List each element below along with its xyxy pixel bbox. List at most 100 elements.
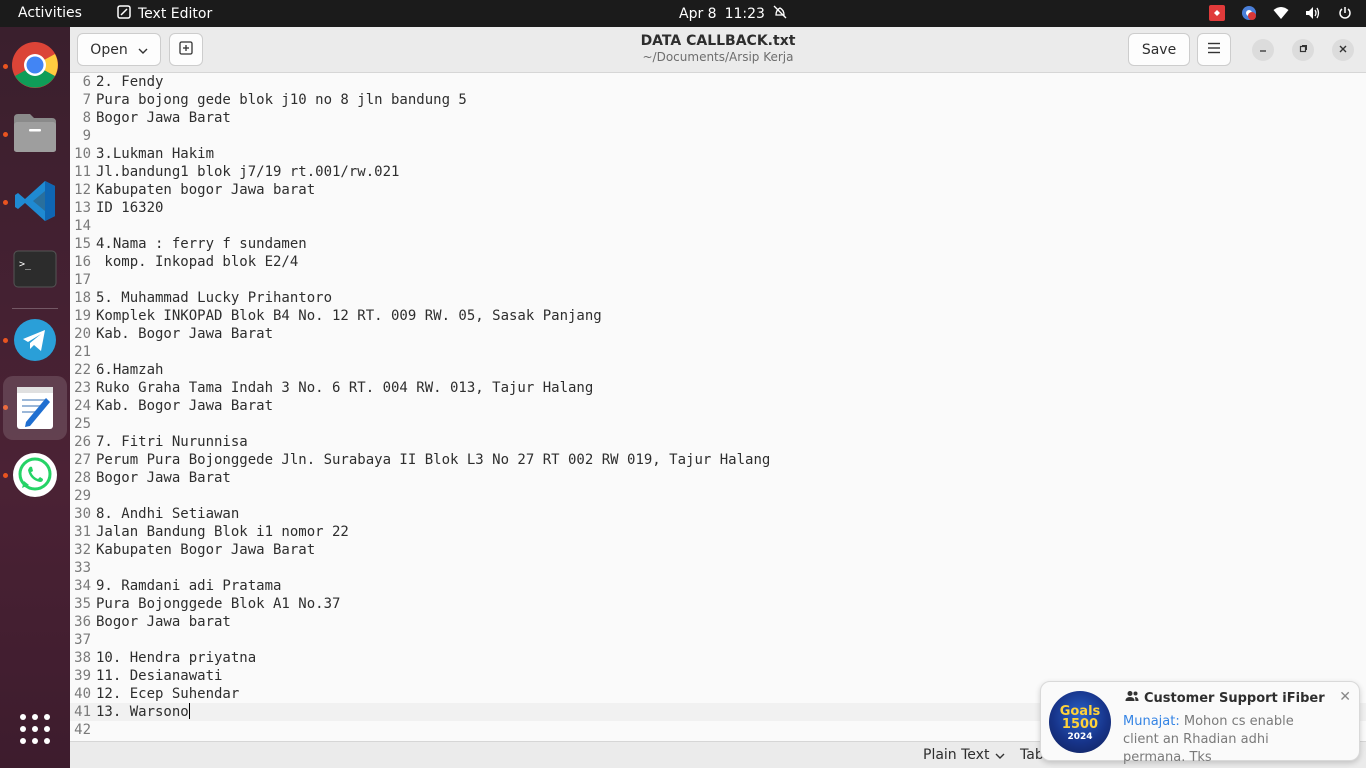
line-number: 34 [74, 578, 91, 594]
line-text[interactable]: Bogor Jawa Barat [96, 109, 231, 127]
wifi-icon[interactable] [1272, 4, 1290, 22]
terminal-launcher[interactable]: >_ [3, 237, 67, 301]
editor-line[interactable]: 30 8. Andhi Setiawan [70, 505, 1366, 523]
save-button[interactable]: Save [1128, 33, 1190, 66]
editor-line[interactable]: 26 7. Fitri Nurunnisa [70, 433, 1366, 451]
new-tab-button[interactable] [169, 33, 203, 66]
notification-popup[interactable]: Goals 1500 2024 Customer Support iFiber … [1040, 681, 1360, 765]
group-chat-icon [1125, 690, 1139, 706]
editor-line[interactable]: 37 [70, 631, 1366, 649]
line-text[interactable]: 9. Ramdani adi Pratama [96, 577, 281, 595]
editor-line[interactable]: 21 [70, 343, 1366, 361]
line-text[interactable]: Bogor Jawa Barat [96, 469, 231, 487]
editor-line[interactable]: 8 Bogor Jawa Barat [70, 109, 1366, 127]
notification-header: Customer Support iFiber [1125, 690, 1325, 706]
editor-line[interactable]: 17 [70, 271, 1366, 289]
line-text[interactable]: Pura bojong gede blok j10 no 8 jln bandu… [96, 91, 467, 109]
system-tray[interactable] [1208, 4, 1354, 22]
editor-line[interactable]: 23 Ruko Graha Tama Indah 3 No. 6 RT. 004 … [70, 379, 1366, 397]
editor-line[interactable]: 36 Bogor Jawa barat [70, 613, 1366, 631]
anydesk-icon[interactable] [1208, 4, 1226, 22]
line-text[interactable]: 8. Andhi Setiawan [96, 505, 239, 523]
editor-line[interactable]: 9 [70, 127, 1366, 145]
line-text[interactable]: komp. Inkopad blok E2/4 [96, 253, 298, 271]
vscode-launcher[interactable] [3, 169, 67, 233]
line-text[interactable]: 3.Lukman Hakim [96, 145, 214, 163]
line-text[interactable]: 5. Muhammad Lucky Prihantoro [96, 289, 332, 307]
line-text[interactable]: 10. Hendra priyatna [96, 649, 256, 667]
line-text[interactable]: 7. Fitri Nurunnisa [96, 433, 248, 451]
editor-line[interactable]: 16 komp. Inkopad blok E2/4 [70, 253, 1366, 271]
line-text[interactable]: 6.Hamzah [96, 361, 163, 379]
volume-icon[interactable] [1304, 4, 1322, 22]
line-number: 7 [82, 92, 91, 108]
editor-line[interactable]: 7 Pura bojong gede blok j10 no 8 jln band… [70, 91, 1366, 109]
editor-line[interactable]: 32 Kabupaten Bogor Jawa Barat [70, 541, 1366, 559]
editor-line[interactable]: 18 5. Muhammad Lucky Prihantoro [70, 289, 1366, 307]
editor-line[interactable]: 27 Perum Pura Bojonggede Jln. Surabaya II… [70, 451, 1366, 469]
line-text[interactable]: ID 16320 [96, 199, 163, 217]
chrome-launcher[interactable] [3, 33, 67, 97]
editor-line[interactable]: 35 Pura Bojonggede Blok A1 No.37 [70, 595, 1366, 613]
line-text[interactable]: Kabupaten Bogor Jawa Barat [96, 541, 315, 559]
notification-close-icon[interactable]: ✕ [1339, 689, 1351, 705]
line-text[interactable]: Kab. Bogor Jawa Barat [96, 397, 273, 415]
terminal-icon: >_ [13, 250, 57, 288]
editor-line[interactable]: 34 9. Ramdani adi Pratama [70, 577, 1366, 595]
text-editor-launcher[interactable] [3, 376, 67, 440]
line-text[interactable]: 13. Warsono [96, 703, 190, 721]
power-icon[interactable] [1336, 4, 1354, 22]
editor-line[interactable]: 11 Jl.bandung1 blok j7/19 rt.001/rw.021 [70, 163, 1366, 181]
chrome-badge-icon[interactable] [1240, 4, 1258, 22]
activities-button[interactable]: Activities [18, 5, 82, 21]
editor-line[interactable]: 38 10. Hendra priyatna [70, 649, 1366, 667]
svg-text:>_: >_ [19, 259, 32, 270]
line-text[interactable]: Kab. Bogor Jawa Barat [96, 325, 273, 343]
language-label: Plain Text [923, 747, 990, 763]
open-button[interactable]: Open [77, 33, 161, 66]
editor-line[interactable]: 13 ID 16320 [70, 199, 1366, 217]
close-button[interactable] [1332, 39, 1354, 61]
editor-line[interactable]: 28 Bogor Jawa Barat [70, 469, 1366, 487]
line-text[interactable]: Komplek INKOPAD Blok B4 No. 12 RT. 009 R… [96, 307, 602, 325]
editor-line[interactable]: 24 Kab. Bogor Jawa Barat [70, 397, 1366, 415]
line-text[interactable]: 4.Nama : ferry f sundamen [96, 235, 307, 253]
main-menu-button[interactable] [1197, 33, 1231, 66]
line-text[interactable]: Bogor Jawa barat [96, 613, 231, 631]
text-editor-area[interactable]: 6 2. Fendy 7 Pura bojong gede blok j10 no 8… [70, 73, 1366, 741]
editor-line[interactable]: 14 [70, 217, 1366, 235]
editor-line[interactable]: 19 Komplek INKOPAD Blok B4 No. 12 RT. 009… [70, 307, 1366, 325]
clock[interactable]: Apr 8 11:23 [679, 5, 787, 23]
text-editor-icon [117, 5, 131, 23]
line-text[interactable]: Pura Bojonggede Blok A1 No.37 [96, 595, 340, 613]
telegram-launcher[interactable] [3, 308, 67, 372]
editor-line[interactable]: 15 4.Nama : ferry f sundamen [70, 235, 1366, 253]
whatsapp-launcher[interactable] [3, 443, 67, 507]
line-text[interactable]: Ruko Graha Tama Indah 3 No. 6 RT. 004 RW… [96, 379, 593, 397]
line-text[interactable]: Jl.bandung1 blok j7/19 rt.001/rw.021 [96, 163, 399, 181]
editor-line[interactable]: 33 [70, 559, 1366, 577]
app-menu[interactable]: Text Editor [117, 5, 212, 23]
show-apps-button[interactable] [3, 697, 67, 761]
line-text[interactable]: 12. Ecep Suhendar [96, 685, 239, 703]
line-text[interactable]: 2. Fendy [96, 73, 163, 91]
editor-line[interactable]: 31 Jalan Bandung Blok i1 nomor 22 [70, 523, 1366, 541]
files-launcher[interactable] [3, 101, 67, 165]
line-number: 23 [74, 380, 91, 396]
line-text[interactable]: Kabupaten bogor Jawa barat [96, 181, 315, 199]
editor-line[interactable]: 29 [70, 487, 1366, 505]
language-selector[interactable]: Plain Text [923, 747, 1005, 763]
line-text[interactable]: 11. Desianawati [96, 667, 222, 685]
maximize-button[interactable] [1292, 39, 1314, 61]
save-label: Save [1141, 41, 1177, 58]
line-text[interactable]: Perum Pura Bojonggede Jln. Surabaya II B… [96, 451, 770, 469]
editor-line[interactable]: 20 Kab. Bogor Jawa Barat [70, 325, 1366, 343]
editor-line[interactable]: 6 2. Fendy [70, 73, 1366, 91]
editor-line[interactable]: 12 Kabupaten bogor Jawa barat [70, 181, 1366, 199]
minimize-button[interactable] [1252, 39, 1274, 61]
editor-line[interactable]: 10 3.Lukman Hakim [70, 145, 1366, 163]
line-text[interactable]: Jalan Bandung Blok i1 nomor 22 [96, 523, 349, 541]
editor-line[interactable]: 22 6.Hamzah [70, 361, 1366, 379]
editor-line[interactable]: 25 [70, 415, 1366, 433]
line-number: 35 [74, 596, 91, 612]
